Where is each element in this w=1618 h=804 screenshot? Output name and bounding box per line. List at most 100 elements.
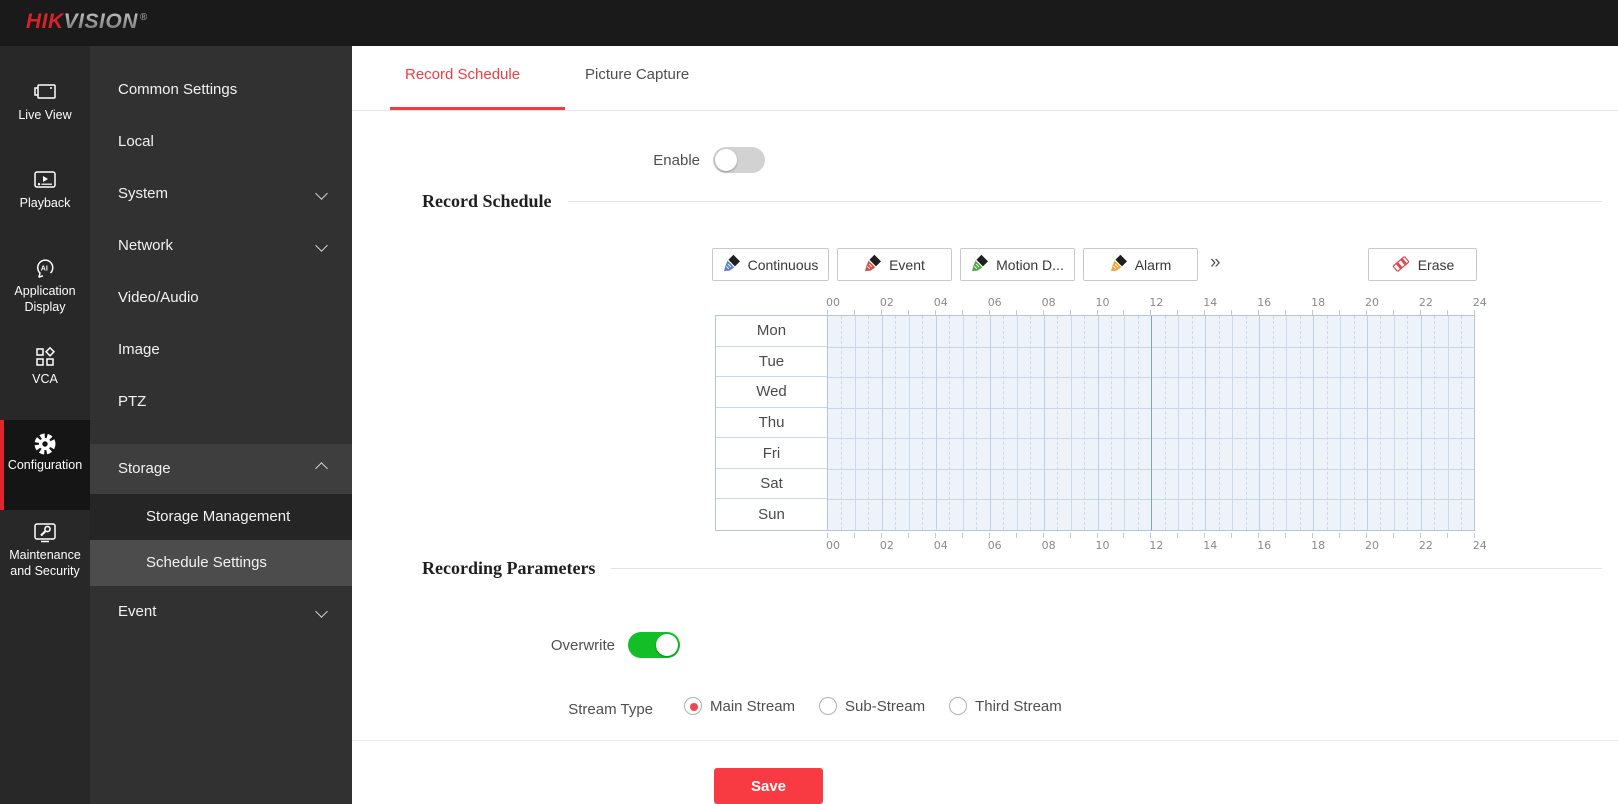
hour-label: 00 (826, 539, 840, 552)
sidebar-item-storage-management[interactable]: Storage Management (90, 494, 352, 540)
grid-line (1178, 316, 1180, 530)
tab-picture-capture[interactable]: Picture Capture (585, 66, 689, 83)
nav-live-view[interactable]: Live View (0, 70, 90, 136)
grid-line (1299, 316, 1301, 530)
sidebar-item-schedule-settings[interactable]: Schedule Settings (90, 540, 352, 586)
nav-application-display[interactable]: AI Application Display (0, 246, 90, 322)
radio-main-stream[interactable]: Main Stream (684, 697, 795, 715)
nav-label: Application Display (14, 284, 76, 314)
hour-tick (1285, 533, 1287, 538)
hour-label: 16 (1257, 296, 1272, 309)
save-button[interactable]: Save (714, 768, 823, 804)
tabs-divider (352, 110, 1618, 111)
grid-line (868, 316, 870, 530)
tool-continuous-button[interactable]: Continuous (712, 248, 829, 281)
hour-label: 00 (826, 296, 840, 309)
grid-line (1420, 316, 1422, 530)
hour-label: 18 (1311, 296, 1326, 309)
hour-tick (1096, 533, 1098, 538)
sidebar-item-network[interactable]: Network (90, 220, 352, 272)
nav-playback[interactable]: Playback (0, 158, 90, 224)
grid-line (1124, 316, 1126, 530)
grid-line (989, 316, 991, 530)
grid-line (1340, 316, 1342, 530)
schedule-grid: Mon Tue Wed Thu Fri Sat Sun (715, 315, 1475, 531)
brush-icon (864, 254, 882, 275)
grid-line (1380, 316, 1382, 530)
hour-tick (1123, 533, 1125, 538)
sidebar-item-label: Video/Audio (118, 289, 199, 306)
sidebar-item-label: Schedule Settings (146, 554, 267, 571)
nav-maintenance-and-security[interactable]: Maintenance and Security (0, 510, 90, 590)
tool-label: Alarm (1134, 256, 1172, 273)
hour-tick (880, 533, 882, 538)
grid-line (1313, 316, 1315, 530)
tool-event-button[interactable]: Event (837, 248, 952, 281)
hour-label: 20 (1365, 539, 1379, 552)
hour-tick (907, 533, 909, 538)
enable-toggle[interactable] (713, 147, 765, 173)
hour-label: 18 (1311, 539, 1326, 552)
nav-label: Playback (19, 196, 71, 210)
hour-label: 04 (933, 539, 948, 552)
secondary-sidebar: Common Settings Local System Network Video/A… (90, 46, 352, 804)
grid-line (1353, 316, 1355, 530)
sidebar-item-ptz[interactable]: PTZ (90, 376, 352, 428)
hour-label: 16 (1257, 539, 1272, 552)
recording-parameters-section-header: Recording Parameters (422, 558, 1602, 579)
hour-label: 06 (987, 539, 1002, 552)
hour-tick (1392, 533, 1394, 538)
grid-line (976, 316, 978, 530)
day-row-thu[interactable]: Thu (716, 408, 827, 439)
more-tools-button[interactable]: » (1210, 252, 1221, 274)
hikvision-logo: HIKVISION ® (26, 10, 148, 34)
tool-motion-detection-button[interactable]: Motion D... (960, 248, 1075, 281)
chevron-down-icon (315, 239, 328, 252)
hour-tick (1177, 533, 1179, 538)
hour-tick (1366, 533, 1367, 538)
sidebar-item-local[interactable]: Local (90, 116, 352, 168)
hour-label: 04 (933, 296, 948, 309)
day-row-tue[interactable]: Tue (716, 347, 827, 378)
radio-icon (949, 697, 968, 715)
tool-alarm-button[interactable]: Alarm (1083, 248, 1198, 281)
sidebar-item-system[interactable]: System (90, 168, 352, 220)
sidebar-item-label: Network (118, 237, 174, 254)
schedule-timeline[interactable] (828, 316, 1474, 530)
grid-line (922, 316, 924, 530)
hour-label: 22 (1418, 296, 1433, 309)
tab-record-schedule[interactable]: Record Schedule (405, 66, 520, 83)
grid-line (1205, 316, 1207, 530)
chevron-down-icon (315, 605, 328, 618)
day-row-mon[interactable]: Mon (716, 316, 827, 347)
sidebar-item-event[interactable]: Event (90, 586, 352, 638)
radio-third-stream[interactable]: Third Stream (949, 697, 1062, 715)
sidebar-item-label: Event (118, 603, 157, 620)
overwrite-toggle[interactable] (628, 632, 680, 658)
day-row-sun[interactable]: Sun (716, 499, 827, 530)
hour-label: 08 (1041, 539, 1056, 552)
sidebar-item-storage[interactable]: Storage (90, 444, 352, 494)
day-column: Mon Tue Wed Thu Fri Sat Sun (716, 316, 828, 530)
day-row-fri[interactable]: Fri (716, 438, 827, 469)
hour-tick (1042, 533, 1044, 538)
grid-line (1326, 316, 1328, 530)
grid-line (1030, 316, 1032, 530)
hour-tick (1231, 533, 1233, 538)
erase-button[interactable]: Erase (1368, 248, 1477, 281)
radio-sub-stream[interactable]: Sub-Stream (819, 697, 925, 715)
hour-tick (1473, 533, 1475, 538)
brush-icon (971, 254, 989, 275)
nav-label: VCA (32, 372, 58, 386)
hour-label: 10 (1095, 296, 1110, 309)
nav-configuration[interactable]: Configuration (0, 420, 90, 510)
schedule-hours-top: 00 02 04 06 08 10 12 14 16 18 20 22 24 (715, 296, 1487, 315)
sidebar-item-video-audio[interactable]: Video/Audio (90, 272, 352, 324)
erase-icon (1391, 254, 1411, 276)
nav-vca[interactable]: VCA (0, 334, 90, 396)
day-row-wed[interactable]: Wed (716, 377, 827, 408)
sidebar-item-common-settings[interactable]: Common Settings (90, 64, 352, 116)
brush-icon (723, 254, 741, 275)
sidebar-item-image[interactable]: Image (90, 324, 352, 376)
day-row-sat[interactable]: Sat (716, 469, 827, 500)
